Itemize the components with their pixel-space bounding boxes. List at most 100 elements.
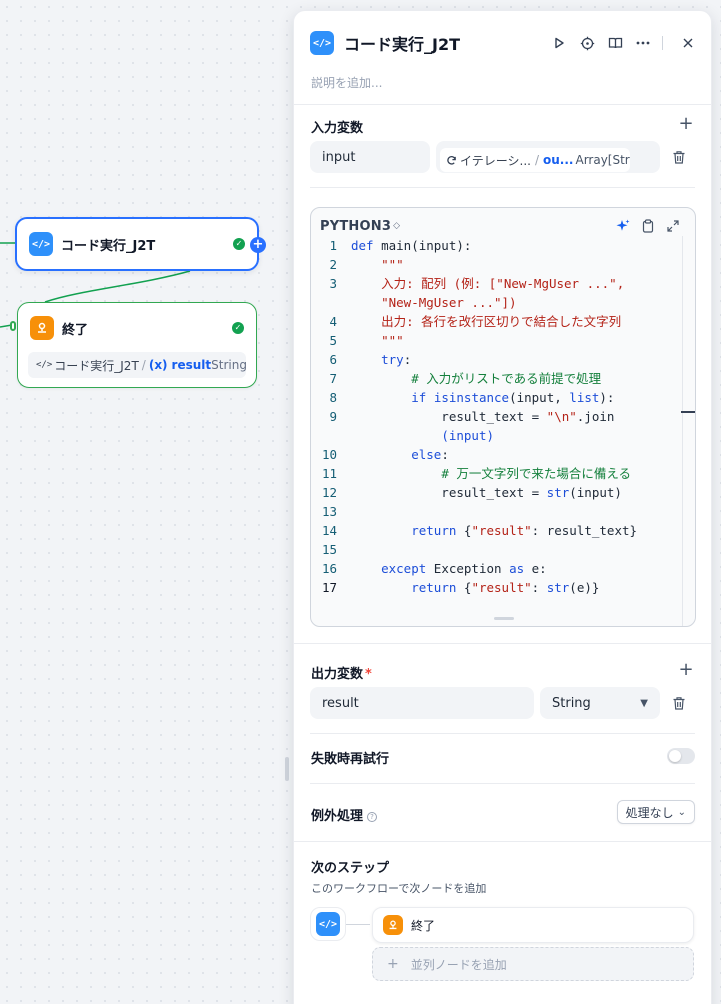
next-node-end[interactable]: 終了 (372, 907, 694, 943)
code-icon: </> (29, 232, 53, 256)
retry-toggle[interactable] (667, 748, 695, 764)
end-node[interactable]: 終了 ✓ </> コード実行_J2T / (x) result String (10, 302, 257, 388)
more-icon[interactable] (632, 32, 654, 54)
info-icon[interactable]: ? (367, 812, 378, 822)
code-line[interactable]: 1 def main(input): (311, 236, 681, 255)
code-text[interactable]: try: (351, 350, 411, 369)
node-settings-panel: </> コード実行_J2T 説明を追加... 入力変数 + input イテレー… (293, 10, 712, 1004)
chevron-down-icon: ▼ (640, 697, 648, 709)
input-variables-title: 入力変数 (311, 121, 364, 136)
code-text[interactable]: result_text = "\n".join (351, 407, 614, 426)
success-check-icon: ✓ (232, 322, 244, 334)
code-icon: </> (316, 912, 340, 936)
code-text[interactable]: if isinstance(input, list): (351, 388, 614, 407)
add-next-node-handle[interactable]: + (250, 237, 266, 253)
code-line[interactable]: 12 result_text = str(input) (311, 483, 681, 502)
add-parallel-node-button[interactable]: + 並列ノードを追加 (372, 947, 694, 981)
line-number: 17 (321, 580, 337, 595)
code-text[interactable]: """ (351, 331, 404, 350)
line-number: 10 (321, 447, 337, 462)
loop-icon (447, 155, 456, 165)
code-node-title: コード実行_J2T (61, 238, 156, 254)
code-icon: </> (36, 360, 53, 370)
line-number: 8 (329, 390, 337, 405)
editor-resize-grip[interactable] (494, 617, 514, 620)
code-line[interactable]: 5 """ (311, 331, 681, 350)
close-icon[interactable] (677, 32, 699, 54)
code-lines[interactable]: 1 def main(input): 2 """ 3 入力: 配列 (例: ["New… (311, 236, 681, 602)
add-output-variable-button[interactable]: + (677, 661, 695, 680)
panel-title[interactable]: コード実行_J2T (344, 31, 542, 55)
code-line[interactable]: 4 出力: 各行を改行区切りで結合した文字列 (311, 312, 681, 331)
add-input-variable-button[interactable]: + (677, 115, 695, 134)
var-type: String (211, 358, 247, 372)
success-check-icon: ✓ (233, 238, 245, 250)
expand-icon[interactable] (663, 216, 683, 236)
exception-handling-select[interactable]: 処理なし ⌄ (616, 800, 695, 824)
run-icon[interactable] (548, 32, 570, 54)
code-line[interactable]: 13 (311, 502, 681, 521)
line-number: 1 (329, 238, 337, 253)
locate-icon[interactable] (576, 32, 598, 54)
docs-icon[interactable] (604, 32, 626, 54)
output-var-type-select[interactable]: String ▼ (540, 687, 660, 719)
code-text[interactable]: "New-MgUser ..."]) (351, 293, 516, 312)
code-line[interactable]: 16 except Exception as e: (311, 559, 681, 578)
code-node[interactable]: </> コード実行_J2T ✓ + (15, 217, 266, 271)
line-number: 12 (321, 485, 337, 500)
code-line[interactable]: 8 if isinstance(input, list): (311, 388, 681, 407)
code-text[interactable]: return {"result": result_text} (351, 521, 637, 540)
language-selector[interactable]: PYTHON3 (320, 219, 391, 234)
ref-var-type: Array[String] (575, 153, 630, 167)
panel-resize-handle[interactable] (285, 757, 289, 781)
line-number: 13 (321, 504, 337, 519)
copy-icon[interactable] (638, 216, 658, 236)
code-line[interactable]: 15 (311, 540, 681, 559)
line-number: 11 (321, 466, 337, 481)
line-number: 2 (329, 257, 337, 272)
code-text[interactable]: return {"result": str(e)} (351, 578, 599, 597)
code-line[interactable]: 2 """ (311, 255, 681, 274)
ref-var-name: ou... (543, 153, 574, 167)
code-text[interactable]: except Exception as e: (351, 559, 547, 578)
code-icon: </> (310, 31, 334, 55)
input-var-ref-chip[interactable]: イテレーシ... / ou... Array[String] (440, 148, 630, 172)
code-text[interactable]: 出力: 各行を改行区切りで結合した文字列 (351, 312, 621, 331)
delete-input-variable-icon[interactable] (670, 148, 688, 166)
chevron-down-icon: ⌄ (677, 806, 686, 818)
line-number: 14 (321, 523, 337, 538)
language-caret-icon[interactable]: ◇ (393, 221, 400, 231)
var-source: コード実行_J2T (54, 358, 139, 373)
code-line[interactable]: 17 return {"result": str(e)} (311, 578, 681, 597)
target-handle[interactable] (10, 321, 16, 331)
ai-generate-icon[interactable] (613, 216, 633, 236)
next-step-subtitle: このワークフローで次ノードを追加 (311, 882, 487, 895)
line-number: 6 (329, 352, 337, 367)
code-line[interactable]: 6 try: (311, 350, 681, 369)
code-text[interactable]: (input) (351, 426, 494, 445)
code-text[interactable]: # 万一文字列で来た場合に備える (351, 464, 631, 483)
code-editor[interactable]: PYTHON3 ◇ 1 def main(input): 2 """ 3 入力: 配列… (310, 207, 696, 627)
code-line[interactable]: (input) (311, 426, 681, 445)
line-number: 16 (321, 561, 337, 576)
code-text[interactable]: """ (351, 255, 404, 274)
line-number: 4 (329, 314, 337, 329)
input-var-name-field[interactable]: input (310, 141, 430, 173)
code-line[interactable]: 11 # 万一文字列で来た場合に備える (311, 464, 681, 483)
code-text[interactable]: 入力: 配列 (例: ["New-MgUser ...", (351, 274, 624, 293)
code-line[interactable]: 7 # 入力がリストである前提で処理 (311, 369, 681, 388)
code-line[interactable]: 9 result_text = "\n".join (311, 407, 681, 426)
code-line[interactable]: 3 入力: 配列 (例: ["New-MgUser ...", (311, 274, 681, 293)
code-text[interactable]: result_text = str(input) (351, 483, 622, 502)
editor-scrollbar[interactable] (682, 236, 683, 626)
code-line[interactable]: 14 return {"result": result_text} (311, 521, 681, 540)
code-text[interactable]: def main(input): (351, 236, 471, 255)
code-line[interactable]: 10 else: (311, 445, 681, 464)
code-text[interactable]: else: (351, 445, 449, 464)
end-icon (30, 316, 54, 340)
code-text[interactable]: # 入力がリストである前提で処理 (351, 369, 601, 388)
output-var-name-field[interactable]: result (310, 687, 534, 719)
delete-output-variable-icon[interactable] (670, 694, 688, 712)
description-input[interactable]: 説明を追加... (311, 74, 382, 91)
code-line[interactable]: "New-MgUser ..."]) (311, 293, 681, 312)
